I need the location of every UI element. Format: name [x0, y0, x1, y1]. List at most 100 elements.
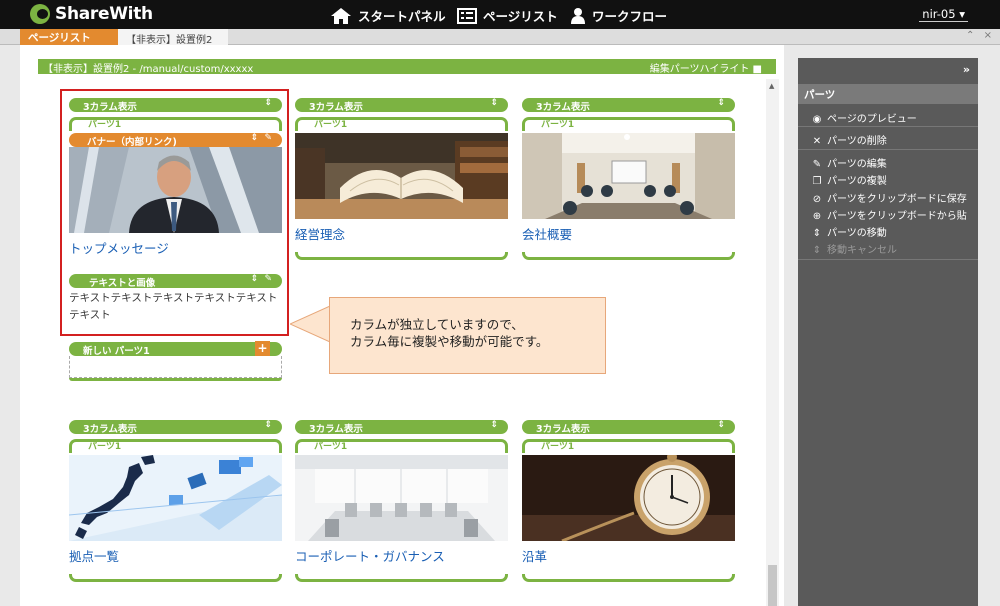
column-header-label: 3カラム表示 — [309, 102, 363, 113]
move-icon[interactable]: ⇕ — [490, 420, 498, 430]
move-icon[interactable]: ⇕ — [717, 420, 725, 430]
expand-icon[interactable]: » — [963, 63, 970, 76]
sidebar-item-delete[interactable]: ✕ パーツの削除 — [798, 132, 978, 147]
move-icon: ⇕ — [812, 228, 822, 239]
new-part-dropzone[interactable] — [69, 356, 282, 378]
sidebar-item-duplicate[interactable]: ❐ パーツの複製 — [798, 172, 978, 187]
nav-workflow-label: ワークフロー — [592, 9, 668, 24]
part-footer — [295, 574, 508, 582]
tab-current-page[interactable]: 【非表示】設置例2 × — [118, 29, 228, 57]
sidebar-item-preview[interactable]: ◉ ページのプレビュー — [798, 110, 978, 125]
column-6[interactable]: 3カラム表示 ⇕ パーツ1 沿革 — [522, 420, 735, 582]
sidebar-item-label: 移動キャンセル — [827, 245, 897, 256]
tab-bar: ページリスト 【非表示】設置例2 × ⌃ × — [0, 29, 1000, 57]
nav-page-list-label: ページリスト — [483, 9, 558, 24]
caret-down-icon: ▾ — [959, 7, 965, 21]
scroll-up-icon[interactable]: ▲ — [769, 82, 774, 90]
app-logo[interactable]: ShareWith — [30, 4, 153, 24]
scrollbar[interactable] — [766, 79, 779, 606]
japan-map-photo[interactable] — [69, 455, 282, 541]
boardroom-photo[interactable] — [295, 455, 508, 541]
sidebar-item-label: パーツの複製 — [827, 176, 887, 187]
nav-workflow[interactable]: ワークフロー — [570, 6, 667, 25]
app-name: ShareWith — [55, 4, 153, 24]
column-header[interactable]: 3カラム表示 ⇕ — [295, 98, 508, 113]
new-part-header[interactable]: 新しい パーツ1 + — [69, 341, 282, 357]
caption-link[interactable]: コーポレート・ガバナンス — [295, 546, 508, 564]
new-part[interactable]: 新しい パーツ1 + — [69, 341, 282, 381]
column-header-label: 3カラム表示 — [83, 424, 137, 435]
column-5[interactable]: 3カラム表示 ⇕ パーツ1 コーポレート・ガバナンス — [295, 420, 508, 582]
column-header[interactable]: 3カラム表示 ⇕ — [522, 98, 735, 113]
sidebar-divider — [798, 149, 978, 150]
pencil-icon: ✎ — [812, 159, 822, 170]
column-header[interactable]: 3カラム表示 ⇕ — [295, 420, 508, 435]
sidebar-item-clip-paste[interactable]: ⊕ パーツをクリップボードから貼 — [798, 207, 978, 222]
add-part-button[interactable]: + — [255, 341, 270, 356]
top-bar: ShareWith スタートパネル ページリスト ワークフロー nir-05 ▾ — [0, 0, 1000, 29]
move-cancel-icon: ⇕ — [812, 245, 822, 256]
part-header[interactable]: パーツ1 — [295, 439, 508, 453]
caption-link[interactable]: 沿革 — [522, 546, 735, 564]
sidebar-item-label: ページのプレビュー — [827, 114, 917, 125]
duplicate-icon: ❐ — [812, 176, 822, 187]
collapse-icon[interactable]: ⌃ — [966, 30, 974, 41]
paste-icon: ⊕ — [812, 211, 822, 222]
sidebar-item-edit[interactable]: ✎ パーツの編集 — [798, 155, 978, 170]
person-icon — [571, 7, 585, 24]
new-part-footer — [69, 378, 282, 381]
meeting-room-photo[interactable] — [522, 133, 735, 219]
nav-start-panel[interactable]: スタートパネル — [330, 6, 446, 25]
sidebar-item-clip-save[interactable]: ⊘ パーツをクリップボードに保存 — [798, 190, 978, 205]
caption-link[interactable]: 経営理念 — [295, 224, 508, 242]
callout-tail — [290, 305, 332, 343]
tab-page-list[interactable]: ページリスト — [20, 29, 118, 45]
part-footer — [522, 574, 735, 582]
list-icon — [457, 7, 477, 24]
eye-icon: ◉ — [812, 114, 822, 125]
new-part-label: 新しい パーツ1 — [83, 346, 150, 357]
sharewith-logo-icon — [30, 4, 50, 24]
part-header[interactable]: パーツ1 — [295, 117, 508, 131]
part-header[interactable]: パーツ1 — [522, 439, 735, 453]
part-footer — [69, 574, 282, 582]
sidebar-item-label: パーツをクリップボードに保存 — [827, 194, 967, 205]
column-header[interactable]: 3カラム表示 ⇕ — [522, 420, 735, 435]
callout-box: カラムが独立していますので、 カラム毎に複製や移動が可能です。 — [329, 297, 606, 374]
move-icon[interactable]: ⇕ — [264, 420, 272, 430]
part-header[interactable]: パーツ1 — [522, 117, 735, 131]
move-icon[interactable]: ⇕ — [717, 98, 725, 108]
close-icon: ✕ — [812, 136, 822, 147]
pocket-watch-photo[interactable] — [522, 455, 735, 541]
book-photo[interactable] — [295, 133, 508, 219]
column-4[interactable]: 3カラム表示 ⇕ パーツ1 拠点一覧 — [69, 420, 282, 582]
highlight-toggle[interactable]: 編集パーツハイライト ■ — [650, 60, 762, 75]
close-all-icon[interactable]: × — [984, 30, 992, 41]
nav-page-list[interactable]: ページリスト — [457, 6, 558, 25]
sidebar-item-label: パーツをクリップボードから貼 — [827, 211, 967, 222]
paperclip-icon: ⊘ — [812, 194, 822, 205]
column-3[interactable]: 3カラム表示 ⇕ パーツ1 会社概要 — [522, 98, 735, 260]
column-header[interactable]: 3カラム表示 ⇕ — [69, 420, 282, 435]
home-icon — [331, 7, 351, 24]
tab-controls: ⌃ × — [966, 30, 992, 41]
part-footer — [295, 252, 508, 260]
sidebar-item-move-cancel: ⇕ 移動キャンセル — [798, 241, 978, 256]
move-icon[interactable]: ⇕ — [490, 98, 498, 108]
square-icon: ■ — [752, 64, 762, 75]
column-2[interactable]: 3カラム表示 ⇕ パーツ1 経営理念 — [295, 98, 508, 260]
sidebar-item-move[interactable]: ⇕ パーツの移動 — [798, 224, 978, 239]
caption-link[interactable]: 会社概要 — [522, 224, 735, 242]
part-header[interactable]: パーツ1 — [69, 439, 282, 453]
sidebar-item-label: パーツの編集 — [827, 159, 887, 170]
part-footer — [522, 252, 735, 260]
sidebar-item-label: パーツの削除 — [827, 136, 887, 147]
highlight-frame — [60, 89, 289, 336]
page-path: 【非表示】設置例2 - /manual/custom/xxxxx — [43, 64, 254, 75]
right-margin — [978, 45, 1000, 606]
user-menu[interactable]: nir-05 ▾ — [919, 7, 968, 22]
caption-link[interactable]: 拠点一覧 — [69, 546, 282, 564]
column-header-label: 3カラム表示 — [536, 102, 590, 113]
highlight-label: 編集パーツハイライト — [649, 64, 750, 75]
scrollbar-thumb[interactable] — [768, 565, 777, 606]
